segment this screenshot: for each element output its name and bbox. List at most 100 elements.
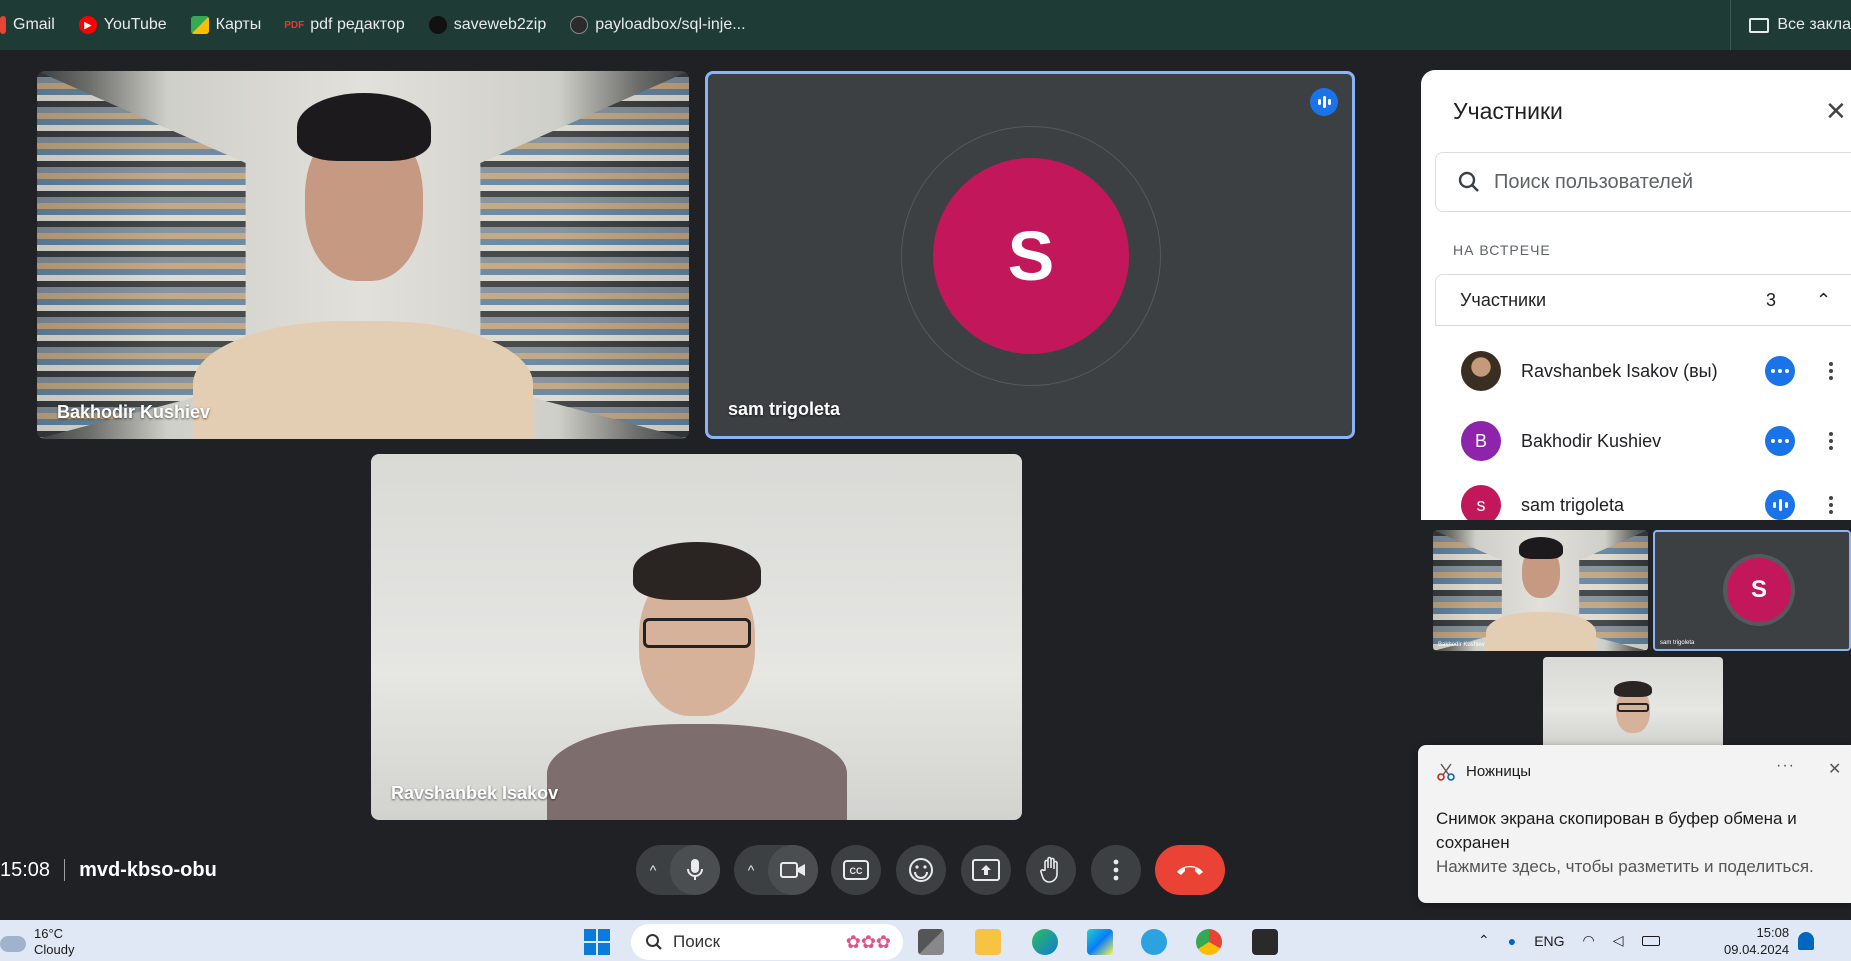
- snipping-notification[interactable]: Ножницы ··· ✕ Снимок экрана скопирован в…: [1418, 745, 1851, 903]
- raise-hand-button[interactable]: [1026, 845, 1076, 895]
- participant-video: [193, 71, 533, 439]
- picture-in-picture: Bakhodir Kushiev S sam trigoleta: [1418, 520, 1851, 745]
- file-explorer-icon[interactable]: [975, 929, 1001, 955]
- participant-name: sam trigoleta: [1521, 494, 1625, 515]
- bookmark-github[interactable]: payloadbox/sql-inje...: [570, 16, 746, 34]
- telegram-icon[interactable]: [1141, 929, 1167, 955]
- participant-name: Bakhodir Kushiev: [57, 402, 211, 422]
- camera-button[interactable]: [768, 845, 818, 895]
- mic-icon[interactable]: ●: [1508, 933, 1516, 949]
- video-tile-bakhodir[interactable]: Bakhodir Kushiev: [37, 71, 689, 439]
- webstorm-icon[interactable]: [1087, 929, 1113, 955]
- weather-widget[interactable]: 16°C Cloudy: [0, 926, 74, 958]
- meeting-info: 15:08 mvd-kbso-obu: [0, 852, 217, 888]
- cloud-icon: [0, 936, 26, 952]
- emoji-button[interactable]: [896, 845, 946, 895]
- mic-button[interactable]: [670, 845, 720, 895]
- participant-video: [527, 454, 867, 820]
- saveweb2zip-icon: [428, 16, 447, 34]
- participant-menu-icon[interactable]: [1829, 362, 1833, 380]
- camera-control: ^: [734, 845, 818, 895]
- taskbar-search-input[interactable]: Поиск ✿✿✿: [631, 924, 903, 960]
- notification-more-button[interactable]: ···: [1776, 757, 1795, 775]
- close-icon[interactable]: ✕: [1825, 96, 1847, 127]
- participant-menu-icon[interactable]: [1829, 496, 1833, 514]
- avatar: [1461, 351, 1501, 391]
- wifi-icon[interactable]: ◠: [1583, 932, 1595, 949]
- github-icon: [570, 16, 589, 34]
- chrome-icon[interactable]: [1196, 929, 1222, 955]
- thumb-bakhodir[interactable]: Bakhodir Kushiev: [1433, 530, 1648, 651]
- task-view-icon[interactable]: [918, 929, 944, 955]
- edge-icon[interactable]: [1032, 929, 1058, 955]
- divider: [64, 859, 66, 881]
- video-tile-sam[interactable]: S sam trigoleta: [705, 71, 1355, 439]
- tulips-icon: ✿✿✿: [845, 931, 891, 952]
- search-icon: [646, 934, 662, 950]
- taskbar-clock[interactable]: 15:08 09.04.2024: [1724, 924, 1789, 958]
- avatar: S: [933, 158, 1129, 354]
- bookmark-youtube[interactable]: ▶ YouTube: [78, 16, 167, 34]
- participant-row[interactable]: s sam trigoleta: [1461, 480, 1851, 520]
- participant-name: Ravshanbek Isakov: [391, 783, 559, 803]
- participant-count: 3: [1766, 289, 1777, 310]
- video-tile-ravshanbek[interactable]: Ravshanbek Isakov: [371, 454, 1022, 820]
- thumb-sam[interactable]: S sam trigoleta: [1653, 530, 1851, 651]
- video-options-chevron-icon[interactable]: ^: [734, 862, 768, 878]
- participant-menu-icon[interactable]: [1829, 432, 1833, 450]
- present-icon: [972, 859, 1000, 881]
- section-label: НА ВСТРЕЧЕ: [1453, 242, 1551, 258]
- scissors-icon: [1437, 763, 1455, 781]
- svg-text:CC: CC: [850, 866, 863, 876]
- close-icon[interactable]: ✕: [1828, 759, 1841, 779]
- bookmark-pdf[interactable]: PDF pdf редактор: [284, 16, 405, 34]
- participant-name: sam trigoleta: [728, 399, 841, 419]
- taskbar: 16°C Cloudy Поиск ✿✿✿ ⌃ ● ENG ◠ ◁ 15:08 …: [0, 920, 1851, 961]
- end-call-button[interactable]: [1155, 845, 1225, 895]
- thumb-ravshanbek[interactable]: [1543, 657, 1723, 745]
- windows-start-icon[interactable]: [584, 929, 610, 955]
- gmail-icon: [0, 16, 6, 34]
- bookmark-saveweb2zip[interactable]: saveweb2zip: [428, 16, 546, 34]
- participant-name: sam trigoleta: [1660, 640, 1695, 646]
- avatar: s: [1461, 485, 1501, 520]
- speaking-indicator-icon[interactable]: [1765, 490, 1795, 520]
- youtube-icon: ▶: [78, 16, 97, 34]
- avatar: S: [1727, 558, 1791, 622]
- bookmark-maps[interactable]: Карты: [190, 16, 261, 34]
- mic-icon: [687, 859, 703, 880]
- bookmarks-bar: Gmail ▶ YouTube Карты PDF pdf редактор s…: [0, 0, 1851, 50]
- notification-message: Снимок экрана скопирован в буфер обмена …: [1436, 809, 1797, 852]
- participant-search-input[interactable]: Поиск пользователей: [1435, 152, 1851, 212]
- more-actions-icon[interactable]: [1765, 426, 1795, 456]
- battery-icon[interactable]: [1641, 935, 1660, 946]
- system-tray: ⌃ ● ENG ◠ ◁: [1478, 920, 1660, 961]
- camera-icon: [780, 862, 805, 878]
- language-indicator[interactable]: ENG: [1534, 933, 1564, 949]
- more-actions-icon[interactable]: [1765, 356, 1795, 386]
- present-button[interactable]: [961, 845, 1011, 895]
- captions-button[interactable]: CC: [831, 845, 881, 895]
- avatar: B: [1461, 421, 1501, 461]
- weather-desc: Cloudy: [34, 942, 75, 957]
- captions-icon: CC: [843, 860, 869, 880]
- mic-control: ^: [636, 845, 720, 895]
- chevron-up-icon[interactable]: ⌃: [1478, 932, 1490, 949]
- more-options-button[interactable]: [1091, 845, 1141, 895]
- maps-icon: [190, 16, 209, 34]
- more-icon: [1113, 859, 1119, 881]
- all-bookmarks-button[interactable]: Все закла: [1730, 0, 1851, 50]
- chevron-up-icon: ⌃: [1816, 289, 1832, 310]
- participant-row[interactable]: B Bakhodir Kushiev: [1461, 416, 1851, 466]
- volume-icon[interactable]: ◁: [1613, 932, 1624, 949]
- notion-icon[interactable]: [1252, 929, 1278, 955]
- pdf-icon: PDF: [284, 19, 305, 31]
- notification-subtext: Нажмите здесь, чтобы разметить и поделит…: [1436, 857, 1814, 876]
- participant-row[interactable]: Ravshanbek Isakov (вы): [1461, 346, 1851, 396]
- speaking-indicator-icon: [1310, 88, 1338, 116]
- bell-icon[interactable]: [1798, 932, 1814, 950]
- audio-options-chevron-icon[interactable]: ^: [636, 862, 670, 878]
- bookmark-gmail[interactable]: Gmail: [0, 16, 55, 34]
- folder-icon: [1749, 17, 1770, 33]
- participants-group-header[interactable]: Участники 3 ⌃: [1435, 274, 1851, 326]
